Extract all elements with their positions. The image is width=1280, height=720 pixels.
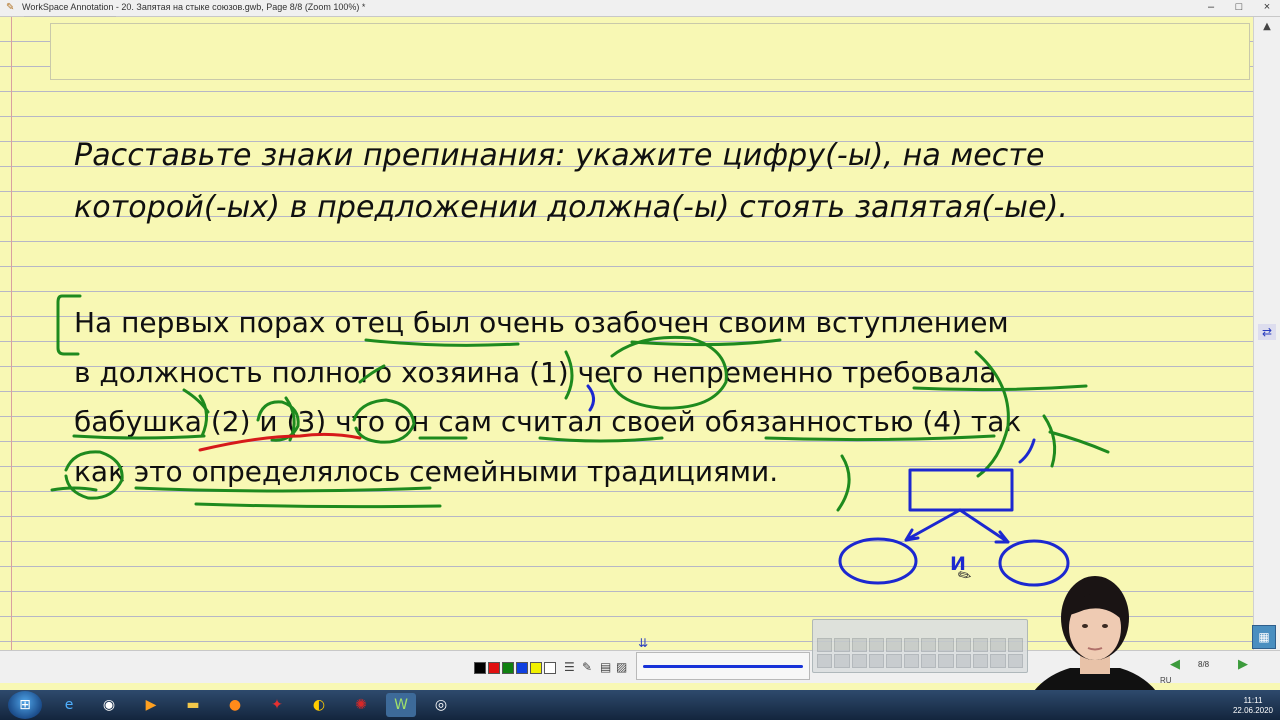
app-red2-icon[interactable]: ✺: [346, 693, 376, 717]
tool-9-icon[interactable]: [955, 638, 971, 652]
pen-width-slider[interactable]: [636, 652, 810, 680]
color-yellow[interactable]: [530, 662, 542, 674]
page-toggle-icon[interactable]: ⇊: [634, 636, 652, 650]
tool-13-icon[interactable]: [817, 654, 833, 668]
floating-toolbox: [812, 619, 1028, 673]
tool-19-icon[interactable]: [920, 654, 937, 668]
app-red-icon[interactable]: ✦: [262, 693, 292, 717]
tool-4-icon[interactable]: [868, 638, 885, 652]
title-bar: ✎ WorkSpace Annotation - 20. Запятая на …: [0, 0, 1280, 17]
tool-11-icon[interactable]: [990, 638, 1006, 652]
tool-18-icon[interactable]: [903, 654, 919, 668]
tool-5-icon[interactable]: [886, 638, 902, 652]
next-page-icon[interactable]: ▶: [1238, 657, 1248, 672]
tool-15-icon[interactable]: [851, 654, 867, 668]
color-black[interactable]: [474, 662, 486, 674]
page-indicator: 8/8: [1198, 660, 1210, 669]
system-clock[interactable]: 11:11 22.06.2020: [1232, 696, 1274, 716]
close-button[interactable]: ×: [1260, 0, 1274, 15]
sentence-line-2: в должность полного хозяина (1) чего неп…: [74, 356, 997, 389]
header-box: [50, 23, 1250, 80]
pen-width-line: [643, 665, 803, 668]
clock-time: 11:11: [1243, 696, 1263, 705]
media-player-icon[interactable]: ▶: [136, 693, 166, 717]
clock-date: 22.06.2020: [1232, 706, 1274, 715]
sentence-line-4: как это определялось семейными традициям…: [74, 455, 779, 488]
tool-23-icon[interactable]: [990, 654, 1006, 668]
color-blue[interactable]: [516, 662, 528, 674]
tool-8-icon[interactable]: [938, 638, 954, 652]
yandex-icon[interactable]: ◐: [304, 693, 334, 717]
tool-1-icon[interactable]: [817, 638, 833, 652]
color-white[interactable]: [544, 662, 556, 674]
tool-6-icon[interactable]: [903, 638, 919, 652]
chrome-icon[interactable]: ◉: [94, 693, 124, 717]
highlighter-icon[interactable]: ▤: [600, 660, 611, 674]
window-title: WorkSpace Annotation - 20. Запятая на ст…: [22, 2, 366, 12]
workspace-icon[interactable]: W: [386, 693, 416, 717]
tool-14-icon[interactable]: [834, 654, 850, 668]
tool-2-icon[interactable]: [834, 638, 850, 652]
folder-icon[interactable]: ▬: [178, 693, 208, 717]
sentence-line-1: На первых порах отец был очень озабочен …: [74, 306, 1009, 339]
maximize-button[interactable]: □: [1232, 0, 1246, 15]
start-button[interactable]: ⊞: [8, 691, 42, 719]
tool-17-icon[interactable]: [886, 654, 902, 668]
gallery-icon[interactable]: ▦: [1252, 625, 1276, 649]
line-style-icon[interactable]: ☰: [564, 660, 575, 674]
tool-3-icon[interactable]: [851, 638, 867, 652]
minimize-button[interactable]: –: [1204, 0, 1218, 15]
color-green[interactable]: [502, 662, 514, 674]
color-red[interactable]: [488, 662, 500, 674]
tool-7-icon[interactable]: [920, 638, 937, 652]
app-icon: ✎: [6, 2, 15, 13]
ie-icon[interactable]: e: [54, 693, 84, 717]
pattern-icon[interactable]: ▨: [616, 660, 627, 674]
tool-10-icon[interactable]: [972, 638, 989, 652]
task-line-2: которой(-ых) в предложении должна(-ы) ст…: [74, 190, 1069, 225]
obs-icon[interactable]: ◎: [426, 693, 456, 717]
tool-22-icon[interactable]: [972, 654, 989, 668]
tool-20-icon[interactable]: [938, 654, 954, 668]
pen-icon[interactable]: ✎: [582, 660, 592, 674]
language-indicator[interactable]: RU: [1160, 676, 1172, 685]
tool-21-icon[interactable]: [955, 654, 971, 668]
task-line-1: Расставьте знаки препинания: укажите циф…: [74, 138, 1045, 173]
scroll-up-icon[interactable]: ▲: [1260, 21, 1274, 35]
side-panel-toggle-icon[interactable]: ⇄: [1258, 324, 1276, 340]
window-controls: – □ ×: [1204, 0, 1274, 15]
firefox-icon[interactable]: ●: [220, 693, 250, 717]
sentence-line-3: бабушка (2) и (3) что он сам считал свое…: [74, 405, 1022, 438]
tool-16-icon[interactable]: [868, 654, 885, 668]
